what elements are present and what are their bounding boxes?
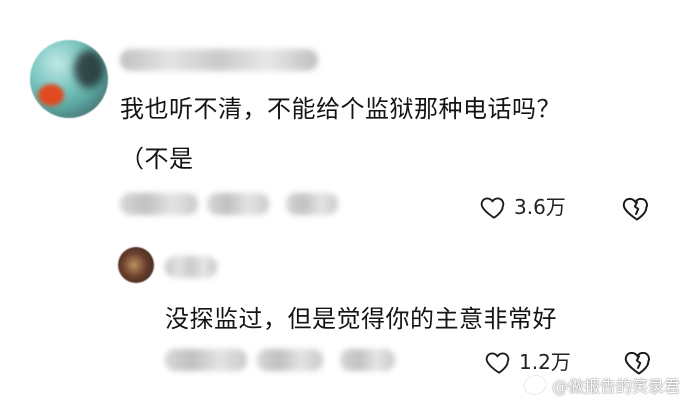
avatar[interactable] <box>118 247 154 283</box>
broken-heart-outline-icon[interactable] <box>624 347 654 375</box>
avatar[interactable] <box>30 40 108 118</box>
reply-action-blurred[interactable] <box>286 193 338 215</box>
like-stat[interactable]: 3.6万 <box>480 191 566 220</box>
watermark: @做报告的笑录君 <box>522 373 680 397</box>
reply-action-blurred[interactable] <box>340 349 395 371</box>
heart-outline-icon[interactable] <box>480 193 508 219</box>
reply-text: 没探监过，但是觉得你的主意非常好 <box>165 305 557 333</box>
timestamp-blurred <box>165 349 247 371</box>
like-count: 3.6万 <box>514 195 566 219</box>
location-blurred <box>257 349 323 371</box>
avatar-blob <box>38 84 64 106</box>
heart-outline-icon[interactable] <box>485 348 513 374</box>
location-blurred <box>207 193 269 215</box>
like-stat[interactable]: 1.2万 <box>485 346 571 375</box>
username-blurred[interactable] <box>120 49 318 71</box>
weibo-logo-icon <box>522 373 548 397</box>
watermark-text: @做报告的笑录君 <box>551 377 680 396</box>
broken-heart-outline-icon[interactable] <box>622 193 652 221</box>
like-count: 1.2万 <box>519 350 571 374</box>
avatar-blob <box>74 50 104 88</box>
comment-text-line-1: 我也听不清，不能给个监狱那种电话吗？ <box>120 95 561 123</box>
timestamp-blurred <box>120 193 198 215</box>
comment-text-line-2: （不是 <box>120 145 194 173</box>
username-blurred[interactable] <box>165 256 217 278</box>
